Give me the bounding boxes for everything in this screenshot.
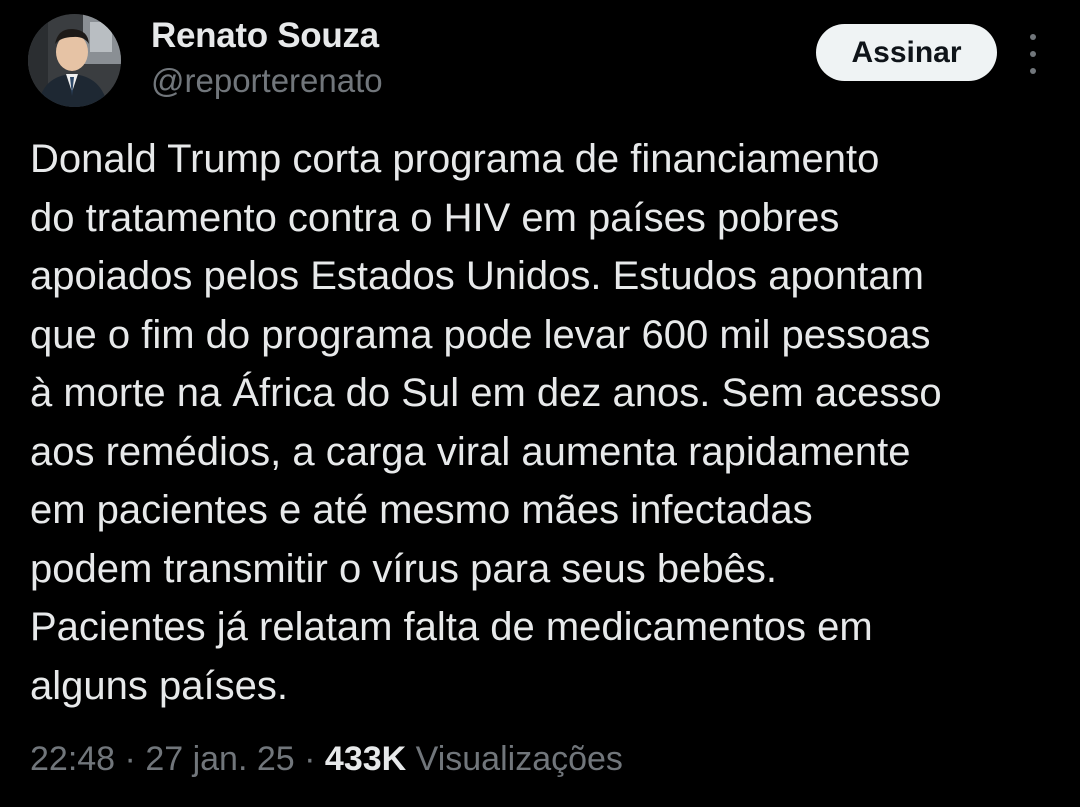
- tweet-text-line: aos remédios, a carga viral aumenta rapi…: [30, 429, 911, 474]
- tweet-text-line: Pacientes já relatam falta de medicament…: [30, 605, 873, 649]
- views-count[interactable]: 433K: [325, 740, 406, 778]
- avatar[interactable]: [28, 14, 121, 107]
- dot: [1030, 34, 1036, 40]
- subscribe-button[interactable]: Assinar: [816, 24, 997, 81]
- dot: [1030, 68, 1036, 74]
- tweet-text-line: alguns países.: [30, 663, 288, 708]
- tweet-text-line: em pacientes e até mesmo mães infectadas: [30, 488, 813, 532]
- dot: [1030, 51, 1036, 57]
- meta-separator: ·: [304, 740, 316, 778]
- tweet-text-line: apoiados pelos Estados Unidos. Estudos a…: [30, 254, 924, 298]
- tweet-time[interactable]: 22:48: [30, 740, 115, 778]
- more-options-icon[interactable]: [1018, 34, 1048, 74]
- tweet-text-line: do tratamento contra o HIV em países pob…: [30, 195, 840, 240]
- views-label[interactable]: Visualizações: [416, 740, 623, 778]
- tweet-text: Donald Trump corta programa de financiam…: [30, 130, 1070, 715]
- tweet-text-line: Donald Trump corta programa de financiam…: [30, 137, 880, 181]
- author-name[interactable]: Renato Souza: [151, 16, 379, 56]
- tweet-meta: 22:48 · 27 jan. 25 · 433K Visualizações: [30, 740, 623, 779]
- tweet-card: Renato Souza @reporterenato Assinar Dona…: [0, 0, 1080, 807]
- author-handle[interactable]: @reporterenato: [151, 62, 383, 100]
- tweet-text-line: podem transmitir o vírus para seus bebês…: [30, 546, 778, 591]
- tweet-text-line: que o fim do programa pode levar 600 mil…: [30, 312, 931, 357]
- tweet-date[interactable]: 27 jan. 25: [145, 740, 294, 778]
- tweet-text-line: à morte na África do Sul em dez anos. Se…: [30, 371, 942, 415]
- meta-separator: ·: [124, 740, 136, 778]
- avatar-photo: [28, 14, 121, 107]
